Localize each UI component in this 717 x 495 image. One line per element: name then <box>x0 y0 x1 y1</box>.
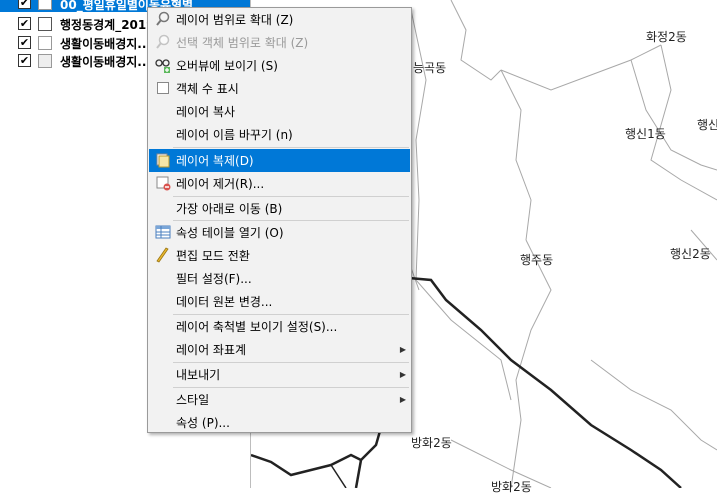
menu-item-label: 레이어 이름 바꾸기 (n) <box>176 128 293 142</box>
menu-item-label: 속성 (P)... <box>176 416 230 430</box>
menu-item-move-to-bottom[interactable]: 가장 아래로 이동 (B) <box>149 197 410 220</box>
menu-item-toggle-editing[interactable]: 편집 모드 전환 <box>149 244 410 267</box>
menu-item-show-feature-count[interactable]: 객체 수 표시 <box>149 77 410 100</box>
menu-item-remove-layer[interactable]: 레이어 제거(R)... <box>149 172 410 195</box>
menu-item-label: 편집 모드 전환 <box>176 249 250 263</box>
menu-item-label: 레이어 좌표계 <box>176 343 247 357</box>
attribute-table-icon <box>155 225 171 239</box>
map-label: 행신2동 <box>670 247 711 261</box>
submenu-arrow-icon: ▶ <box>399 370 406 379</box>
menu-item-label: 레이어 축척별 보이기 설정(S)... <box>176 320 338 334</box>
menu-item-zoom-to-layer[interactable]: 레이어 범위로 확대 (Z) <box>149 8 410 31</box>
menu-item-styles[interactable]: 스타일 ▶ <box>149 388 410 411</box>
menu-item-filter[interactable]: 필터 설정(F)... <box>149 267 410 290</box>
menu-item-export[interactable]: 내보내기 ▶ <box>149 363 410 386</box>
menu-item-label: 가장 아래로 이동 (B) <box>176 202 283 216</box>
layer-checkbox[interactable]: ✔ <box>18 17 31 30</box>
layer-context-menu: 레이어 범위로 확대 (Z) 선택 객체 범위로 확대 (Z) 오버뷰에 보이기… <box>147 7 412 433</box>
menu-item-label: 레이어 범위로 확대 (Z) <box>176 13 294 27</box>
feature-count-checkbox[interactable] <box>157 82 169 94</box>
menu-item-label: 데이터 원본 변경... <box>176 295 273 309</box>
remove-layer-icon <box>156 176 171 191</box>
map-label: 행주동 <box>520 253 554 267</box>
menu-item-zoom-to-selection[interactable]: 선택 객체 범위로 확대 (Z) <box>149 31 410 54</box>
duplicate-layer-icon <box>156 153 170 168</box>
menu-item-scale-visibility[interactable]: 레이어 축척별 보이기 설정(S)... <box>149 315 410 338</box>
menu-item-open-attribute-table[interactable]: 속성 테이블 열기 (O) <box>149 221 410 244</box>
layer-name: 행정동경계_2019 <box>60 18 155 32</box>
menu-item-label: 객체 수 표시 <box>176 82 239 96</box>
layer-symbol <box>38 17 52 31</box>
pencil-icon <box>156 247 169 263</box>
layer-checkbox[interactable]: ✔ <box>18 0 31 9</box>
layer-symbol <box>38 54 52 68</box>
map-label: 방화2동 <box>491 480 532 494</box>
menu-item-label: 필터 설정(F)... <box>176 272 252 286</box>
zoom-selection-icon <box>156 34 170 49</box>
layer-name: 생활이동배경지... <box>60 55 151 69</box>
layer-name: 생활이동배경지... <box>60 37 151 51</box>
map-label: 방화2동 <box>411 436 452 450</box>
menu-item-layer-crs[interactable]: 레이어 좌표계 ▶ <box>149 338 410 361</box>
menu-item-copy-layer[interactable]: 레이어 복사 <box>149 100 410 123</box>
menu-item-label: 내보내기 <box>176 368 221 382</box>
menu-item-show-in-overview[interactable]: 오버뷰에 보이기 (S) <box>149 54 410 77</box>
menu-item-change-data-source[interactable]: 데이터 원본 변경... <box>149 290 410 313</box>
submenu-arrow-icon: ▶ <box>399 345 406 354</box>
map-label: 화정2동 <box>646 30 687 44</box>
submenu-arrow-icon: ▶ <box>399 395 406 404</box>
menu-item-duplicate-layer[interactable]: 레이어 복제(D) <box>149 149 410 172</box>
menu-item-label: 선택 객체 범위로 확대 (Z) <box>176 36 309 50</box>
menu-item-properties[interactable]: 속성 (P)... <box>149 411 410 434</box>
menu-item-label: 레이어 제거(R)... <box>176 177 265 191</box>
map-label: 능곡동 <box>413 61 447 75</box>
menu-item-label: 속성 테이블 열기 (O) <box>176 226 284 240</box>
menu-separator <box>173 147 409 148</box>
menu-item-label: 레이어 복사 <box>176 105 236 119</box>
menu-item-label: 스타일 <box>176 393 210 407</box>
map-label: 행신 <box>697 118 717 132</box>
layer-symbol <box>38 36 52 50</box>
menu-item-rename-layer[interactable]: 레이어 이름 바꾸기 (n) <box>149 123 410 146</box>
zoom-layer-icon <box>156 11 170 26</box>
map-label: 행신1동 <box>625 127 666 141</box>
menu-item-label: 오버뷰에 보이기 (S) <box>176 59 278 73</box>
layer-checkbox[interactable]: ✔ <box>18 36 31 49</box>
layer-symbol <box>38 0 52 10</box>
overview-icon <box>155 59 170 73</box>
layer-checkbox[interactable]: ✔ <box>18 54 31 67</box>
menu-item-label: 레이어 복제(D) <box>176 154 254 168</box>
